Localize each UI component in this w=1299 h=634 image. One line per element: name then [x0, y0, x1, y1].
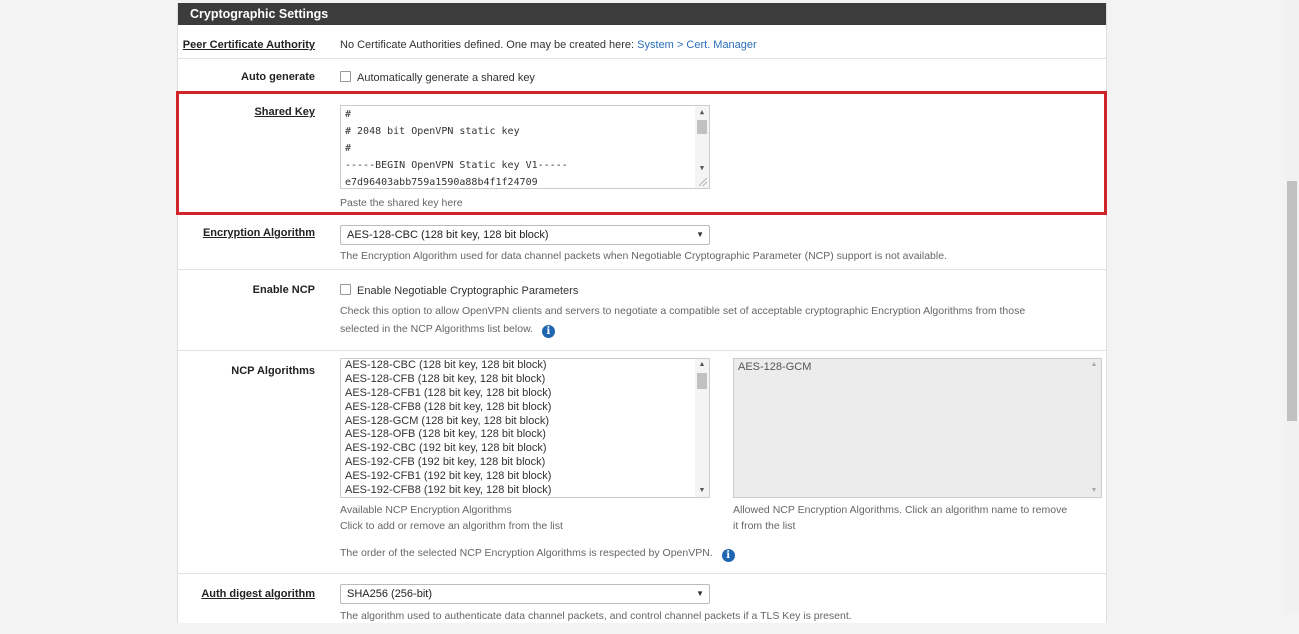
- cert-manager-link[interactable]: System > Cert. Manager: [637, 39, 757, 51]
- encryption-select[interactable]: AES-128-CBC (128 bit key, 128 bit block)…: [340, 225, 710, 245]
- scroll-down-icon[interactable]: ▼: [695, 485, 709, 497]
- shared-key-highlight-box: [176, 91, 1107, 215]
- auto-generate-checkbox-label[interactable]: Automatically generate a shared key: [357, 72, 535, 84]
- allowed-listbox-scrollbar[interactable]: ▲ ▼: [1087, 359, 1101, 497]
- scroll-down-icon[interactable]: ▼: [1087, 485, 1101, 497]
- enable-ncp-checkbox[interactable]: [340, 284, 351, 295]
- peer-ca-message: No Certificate Authorities defined. One …: [340, 39, 638, 51]
- list-item[interactable]: AES-192-CFB8 (192 bit key, 128 bit block…: [341, 484, 709, 497]
- list-item[interactable]: AES-192-CBC (192 bit key, 128 bit block): [341, 442, 709, 456]
- listbox-scrollbar[interactable]: ▲ ▼: [695, 359, 709, 497]
- encryption-help: The Encryption Algorithm used for data c…: [340, 250, 947, 262]
- scroll-thumb[interactable]: [697, 373, 707, 389]
- peer-ca-label: Peer Certificate Authority: [182, 39, 315, 51]
- enable-ncp-help-2: selected in the NCP Algorithms list belo…: [340, 323, 555, 338]
- list-item[interactable]: AES-128-CFB (128 bit key, 128 bit block): [341, 373, 709, 387]
- enable-ncp-checkbox-label[interactable]: Enable Negotiable Cryptographic Paramete…: [357, 285, 578, 297]
- list-item[interactable]: AES-128-OFB (128 bit key, 128 bit block): [341, 428, 709, 442]
- page-scroll-thumb[interactable]: [1287, 181, 1297, 421]
- auto-generate-checkbox[interactable]: [340, 71, 351, 82]
- list-item[interactable]: AES-128-GCM (128 bit key, 128 bit block): [341, 415, 709, 429]
- allowed-help-1: Allowed NCP Encryption Algorithms. Click…: [733, 504, 1068, 516]
- allowed-ncp-listbox[interactable]: AES-128-GCM ▲ ▼: [733, 358, 1102, 498]
- page-scrollbar[interactable]: [1285, 0, 1299, 614]
- auto-generate-label: Auto generate: [241, 71, 315, 83]
- scroll-up-icon[interactable]: ▲: [1087, 359, 1101, 371]
- encryption-row: Encryption Algorithm AES-128-CBC (128 bi…: [178, 213, 1106, 270]
- chevron-down-icon: ▼: [696, 589, 704, 598]
- list-item[interactable]: AES-128-CBC (128 bit key, 128 bit block): [341, 359, 709, 373]
- ncp-algorithms-label: NCP Algorithms: [231, 365, 315, 377]
- list-item[interactable]: AES-128-GCM: [734, 360, 1101, 374]
- available-help-2: Click to add or remove an algorithm from…: [340, 520, 563, 532]
- list-item[interactable]: AES-192-CFB (192 bit key, 128 bit block): [341, 456, 709, 470]
- encryption-selected-value: AES-128-CBC (128 bit key, 128 bit block): [347, 229, 549, 241]
- list-item[interactable]: AES-192-CFB1 (192 bit key, 128 bit block…: [341, 470, 709, 484]
- auth-digest-row: Auth digest algorithm SHA256 (256-bit) ▼…: [178, 574, 1106, 634]
- info-circle-icon[interactable]: i: [721, 549, 735, 562]
- list-item[interactable]: AES-128-CFB8 (128 bit key, 128 bit block…: [341, 401, 709, 415]
- info-circle-icon[interactable]: i: [541, 325, 555, 338]
- peer-ca-row: Peer Certificate Authority No Certificat…: [178, 25, 1106, 59]
- auth-digest-label: Auth digest algorithm: [201, 588, 315, 600]
- enable-ncp-help-1: Check this option to allow OpenVPN clien…: [340, 305, 1026, 317]
- enable-ncp-help-text: selected in the NCP Algorithms list belo…: [340, 323, 533, 335]
- chevron-down-icon: ▼: [696, 230, 704, 239]
- auth-digest-selected-value: SHA256 (256-bit): [347, 588, 432, 600]
- ncp-algorithms-row: NCP Algorithms AES-128-CBC (128 bit key,…: [178, 351, 1106, 574]
- enable-ncp-row: Enable NCP Enable Negotiable Cryptograph…: [178, 270, 1106, 351]
- auto-generate-option: Automatically generate a shared key: [340, 71, 535, 84]
- auth-digest-select[interactable]: SHA256 (256-bit) ▼: [340, 584, 710, 604]
- encryption-label: Encryption Algorithm: [202, 227, 315, 239]
- enable-ncp-option: Enable Negotiable Cryptographic Paramete…: [340, 284, 578, 297]
- auth-digest-help: The algorithm used to authenticate data …: [340, 610, 852, 622]
- available-ncp-listbox[interactable]: AES-128-CBC (128 bit key, 128 bit block)…: [340, 358, 710, 498]
- enable-ncp-label: Enable NCP: [252, 284, 315, 296]
- available-help-1: Available NCP Encryption Algorithms: [340, 504, 512, 516]
- ncp-order-note: The order of the selected NCP Encryption…: [340, 547, 735, 562]
- list-item[interactable]: AES-128-CFB1 (128 bit key, 128 bit block…: [341, 387, 709, 401]
- peer-ca-text: No Certificate Authorities defined. One …: [340, 39, 757, 51]
- auto-generate-row: Auto generate Automatically generate a s…: [178, 59, 1106, 92]
- section-title: Cryptographic Settings: [178, 3, 1106, 25]
- allowed-help-2: it from the list: [733, 520, 796, 532]
- scroll-up-icon[interactable]: ▲: [695, 359, 709, 371]
- ncp-order-note-text: The order of the selected NCP Encryption…: [340, 547, 713, 559]
